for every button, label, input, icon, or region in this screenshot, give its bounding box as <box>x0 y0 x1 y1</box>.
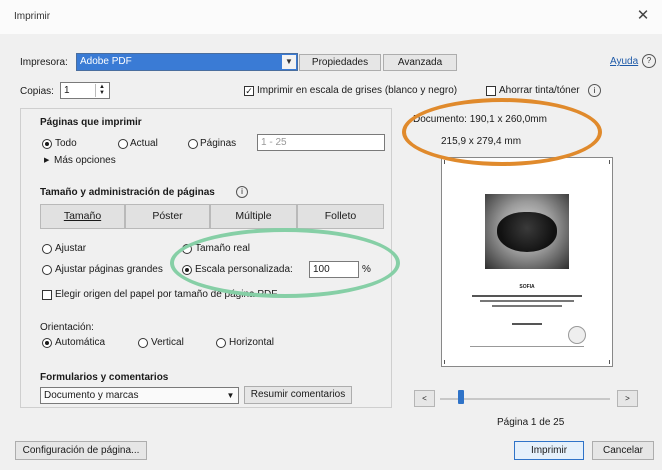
forms-select[interactable]: Documento y marcas ▼ <box>40 387 239 404</box>
advanced-button[interactable]: Avanzada <box>383 54 457 71</box>
forms-heading: Formularios y comentarios <box>40 372 169 383</box>
orientation-auto-radio[interactable] <box>42 338 52 348</box>
info-icon[interactable]: i <box>588 84 601 97</box>
pages-current-label: Actual <box>130 138 158 149</box>
forms-chevron-down-icon: ▼ <box>226 391 235 400</box>
crop-mark <box>609 360 610 364</box>
next-page-button[interactable]: > <box>617 390 638 407</box>
print-button[interactable]: Imprimir <box>514 441 584 460</box>
forms-select-value: Documento y marcas <box>44 390 139 401</box>
tab-poster-label: Póster <box>152 210 183 222</box>
crop-mark <box>444 360 445 364</box>
orientation-portrait-radio[interactable] <box>138 338 148 348</box>
help-icon[interactable]: ? <box>642 54 656 68</box>
tab-poster[interactable]: Póster <box>125 204 210 229</box>
printer-select-value: Adobe PDF <box>80 56 132 67</box>
grayscale-label: Imprimir en escala de grises (blanco y n… <box>257 85 458 96</box>
preview-text-line <box>480 300 574 302</box>
orientation-landscape-radio[interactable] <box>216 338 226 348</box>
pages-all-radio[interactable] <box>42 139 52 149</box>
shrink-label: Ajustar páginas grandes <box>55 264 163 275</box>
green-annotation-oval <box>170 228 400 298</box>
tab-multiple[interactable]: Múltiple <box>210 204 297 229</box>
tab-booklet[interactable]: Folleto <box>297 204 384 229</box>
cover-photo-shape <box>497 212 557 252</box>
paper-source-checkbox[interactable] <box>42 290 52 300</box>
printer-select[interactable]: Adobe PDF ▼ <box>76 53 298 71</box>
preview-title: SOFIA <box>519 284 535 290</box>
grayscale-checkbox[interactable]: ✓ <box>244 86 254 96</box>
chevron-right-icon: > <box>625 394 630 403</box>
orientation-landscape-label: Horizontal <box>229 337 275 348</box>
orientation-heading: Orientación: <box>40 322 94 333</box>
properties-button[interactable]: Propiedades <box>299 54 381 71</box>
fit-radio[interactable] <box>42 244 52 254</box>
preview-text-line <box>512 323 542 325</box>
more-options-link[interactable]: Más opciones <box>54 155 116 166</box>
orientation-portrait-label: Vertical <box>151 337 184 348</box>
tab-size-label: Tamaño <box>63 210 102 222</box>
title-bar <box>0 0 662 34</box>
page-preview: SOFIA <box>441 157 613 367</box>
copies-stepper-icon[interactable]: ▲ ▼ <box>95 84 108 97</box>
window-title: Imprimir <box>14 11 51 22</box>
pages-all-label: Todo <box>55 138 77 149</box>
close-icon[interactable]: ✕ <box>632 5 654 27</box>
help-link[interactable]: Ayuda <box>610 56 638 67</box>
page-setup-button[interactable]: Configuración de página... <box>15 441 147 460</box>
save-ink-checkbox[interactable] <box>486 86 496 96</box>
pages-range-input[interactable]: 1 - 25 <box>257 134 385 151</box>
pages-range-radio[interactable] <box>188 139 198 149</box>
fit-label: Ajustar <box>55 243 87 254</box>
page-sizing-info-icon[interactable]: i <box>236 186 248 198</box>
shrink-radio[interactable] <box>42 265 52 275</box>
pages-heading: Páginas que imprimir <box>40 117 142 128</box>
page-slider-thumb[interactable] <box>458 390 464 404</box>
tab-multiple-label: Múltiple <box>235 210 272 222</box>
page-slider-track[interactable] <box>440 398 610 400</box>
print-dialog: Imprimir ✕ Impresora: Adobe PDF ▼ Propie… <box>0 0 662 470</box>
preview-text-line <box>470 346 584 347</box>
copies-label: Copias: <box>20 86 54 97</box>
preview-seal-icon <box>568 326 586 344</box>
orientation-auto-label: Automática <box>55 337 106 348</box>
pages-range-label: Páginas <box>200 138 237 149</box>
pages-range-value: 1 - 25 <box>261 137 287 148</box>
preview-text-line <box>472 295 582 297</box>
copies-value: 1 <box>64 85 70 96</box>
page-sizing-heading: Tamaño y administración de páginas <box>40 187 215 198</box>
more-options-arrow-icon[interactable]: ▶ <box>44 156 49 164</box>
chevron-left-icon: < <box>422 394 427 403</box>
page-indicator: Página 1 de 25 <box>497 417 565 428</box>
crop-mark <box>609 160 610 164</box>
cancel-button[interactable]: Cancelar <box>592 441 654 460</box>
preview-text-line <box>492 305 562 307</box>
orange-annotation-oval <box>402 98 602 166</box>
tab-booklet-label: Folleto <box>324 210 357 222</box>
printer-label: Impresora: <box>20 57 68 68</box>
copies-input[interactable]: 1 ▲ ▼ <box>60 82 110 99</box>
summarize-comments-button[interactable]: Resumir comentarios <box>244 386 352 404</box>
chevron-down-icon: ▼ <box>282 55 296 69</box>
cover-photo <box>485 194 569 269</box>
tab-size[interactable]: Tamaño <box>40 204 125 229</box>
crop-mark <box>444 160 445 164</box>
save-ink-label: Ahorrar tinta/tóner <box>499 85 580 96</box>
prev-page-button[interactable]: < <box>414 390 435 407</box>
pages-current-radio[interactable] <box>118 139 128 149</box>
